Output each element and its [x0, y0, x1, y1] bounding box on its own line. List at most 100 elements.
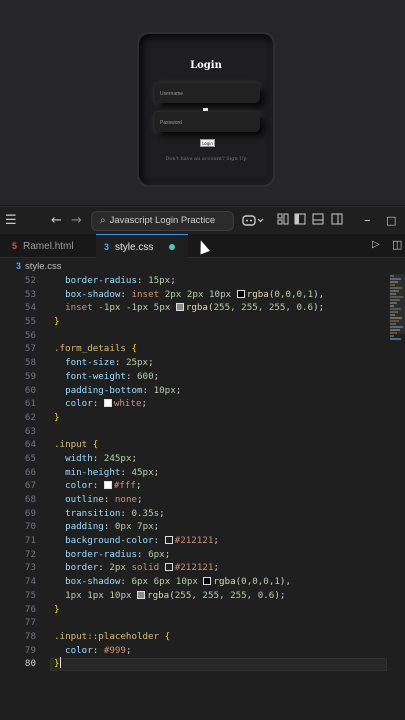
- minimap[interactable]: [390, 274, 405, 354]
- hamburger-icon[interactable]: ☰: [5, 213, 17, 229]
- code-line[interactable]: 61 color: white;: [0, 397, 390, 411]
- color-swatch-icon[interactable]: [103, 399, 112, 408]
- code-token: 25px: [125, 357, 149, 369]
- unsaved-indicator-icon[interactable]: [169, 244, 175, 250]
- code-line[interactable]: 72 border-radius: 6px;: [0, 548, 390, 562]
- code-line[interactable]: 59 font-weight: 600;: [0, 370, 390, 384]
- code-line[interactable]: 79 color: #999;: [0, 644, 390, 658]
- code-line[interactable]: 60 padding-bottom: 10px;: [0, 384, 390, 398]
- code-line[interactable]: 58 font-size: 25px;: [0, 356, 390, 370]
- code-token: :: [137, 548, 149, 560]
- toggle-primary-sidebar-icon[interactable]: [294, 213, 306, 230]
- code-line[interactable]: 66 min-height: 45px;: [0, 466, 390, 480]
- split-editor-icon[interactable]: ◫: [392, 238, 402, 251]
- code-token: ;: [153, 370, 160, 382]
- play-icon[interactable]: ▷: [372, 239, 380, 250]
- color-swatch-icon[interactable]: [103, 481, 112, 490]
- code-line[interactable]: 77: [0, 616, 390, 630]
- code-text: box-shadow: 6px 6px 10px rgba(0,0,0,1),: [54, 575, 291, 589]
- code-line[interactable]: 71 background-color: #212121;: [0, 534, 390, 548]
- minimap-line: [390, 287, 402, 289]
- code-line[interactable]: 70 padding: 0px 7px;: [0, 520, 390, 534]
- color-swatch-icon[interactable]: [236, 289, 245, 298]
- code-text: min-height: 45px;: [54, 466, 159, 480]
- command-center-search[interactable]: ⌕ Javascript Login Practice: [91, 211, 234, 231]
- code-line[interactable]: 65 width: 245px;: [0, 452, 390, 466]
- code-token: 2px: [186, 288, 204, 300]
- code-line[interactable]: 64 .input {: [0, 438, 390, 452]
- code-token: inset: [65, 302, 93, 314]
- code-line[interactable]: 57 .form_details {: [0, 342, 390, 356]
- code-token: -1px: [125, 302, 149, 314]
- code-line[interactable]: 78 .input::placeholder {: [0, 630, 390, 644]
- copilot-svg: [242, 215, 264, 226]
- toggle-secondary-sidebar-icon[interactable]: [331, 213, 343, 230]
- code-editor[interactable]: 52 border-radius: 15px; 53 box-shadow: in…: [0, 274, 405, 720]
- code-token: 0,0,0,1: [274, 288, 314, 300]
- copilot-icon[interactable]: [242, 213, 264, 232]
- code-token: box-shadow: [65, 288, 121, 300]
- code-line[interactable]: 80}: [0, 657, 390, 671]
- customize-layout-icon[interactable]: [277, 213, 289, 230]
- minimap-line: [390, 284, 395, 286]
- login-title: Login: [190, 60, 222, 71]
- code-text: .input::placeholder {: [54, 630, 170, 644]
- code-line[interactable]: 76}: [0, 603, 390, 617]
- code-line[interactable]: 55}: [0, 315, 390, 329]
- line-number: 67: [24, 480, 36, 492]
- code-line[interactable]: 73 border: 2px solid #212121;: [0, 561, 390, 575]
- code-line[interactable]: 68 outline: none;: [0, 493, 390, 507]
- arrow-left-icon[interactable]: ←: [51, 213, 62, 229]
- line-number: 79: [24, 644, 36, 656]
- code-token: :: [103, 521, 115, 533]
- code-token: #212121: [174, 535, 214, 547]
- code-token: 245px: [103, 452, 132, 464]
- code-line[interactable]: 56: [0, 329, 390, 343]
- breadcrumb[interactable]: 3 style.css: [0, 258, 405, 274]
- arrow-right-icon[interactable]: →: [71, 213, 82, 229]
- code-line[interactable]: 54 inset -1px -1px 5px rgba(255, 255, 25…: [0, 301, 390, 315]
- code-token: ;: [137, 494, 143, 505]
- code-token: }: [54, 603, 60, 615]
- code-line[interactable]: 75 1px 1px 10px rgba(255, 255, 255, 0.6)…: [0, 589, 390, 603]
- password-input[interactable]: Password: [154, 112, 260, 132]
- color-swatch-icon[interactable]: [137, 590, 146, 599]
- color-swatch-icon[interactable]: [203, 577, 212, 586]
- login-button[interactable]: Login: [200, 139, 215, 147]
- code-text: border-radius: 6px;: [54, 548, 170, 562]
- toggle-panel-icon[interactable]: [312, 213, 324, 230]
- code-lines[interactable]: 52 border-radius: 15px; 53 box-shadow: in…: [0, 274, 390, 671]
- tab-ramel-html[interactable]: 5 Ramel.html: [0, 234, 90, 258]
- minimap-line: [390, 335, 394, 337]
- color-swatch-icon[interactable]: [164, 563, 173, 572]
- color-swatch-icon[interactable]: [175, 303, 184, 312]
- code-token: rgba: [147, 589, 170, 601]
- code-text: color: #999;: [54, 644, 131, 658]
- code-text: .input {: [54, 438, 98, 452]
- color-swatch-icon[interactable]: [164, 536, 173, 545]
- code-line[interactable]: 69 transition: 0.35s;: [0, 507, 390, 521]
- code-token: border-radius: [65, 548, 137, 560]
- code-line[interactable]: 63: [0, 425, 390, 439]
- code-line[interactable]: 52 border-radius: 15px;: [0, 274, 390, 288]
- code-line[interactable]: 62}: [0, 411, 390, 425]
- maximize-icon[interactable]: □: [386, 213, 396, 229]
- code-token: 1px: [87, 589, 104, 601]
- line-number: 74: [24, 576, 36, 588]
- signup-link[interactable]: Don't have an account? Sign Up: [139, 156, 273, 162]
- code-line[interactable]: 67 color: #fff;: [0, 479, 390, 493]
- code-token: background-color: [65, 535, 154, 547]
- username-input[interactable]: Username: [154, 83, 260, 103]
- code-token: .input::placeholder: [54, 630, 160, 642]
- minimap-line: [390, 278, 401, 280]
- code-line[interactable]: 53 box-shadow: inset 2px 2px 10px rgba(0…: [0, 288, 390, 302]
- code-line[interactable]: 74 box-shadow: 6px 6px 10px rgba(0,0,0,1…: [0, 575, 390, 589]
- line-number: 76: [24, 603, 36, 615]
- tab-style-css[interactable]: 3 style.css: [96, 234, 188, 258]
- minimize-icon[interactable]: –: [364, 213, 371, 229]
